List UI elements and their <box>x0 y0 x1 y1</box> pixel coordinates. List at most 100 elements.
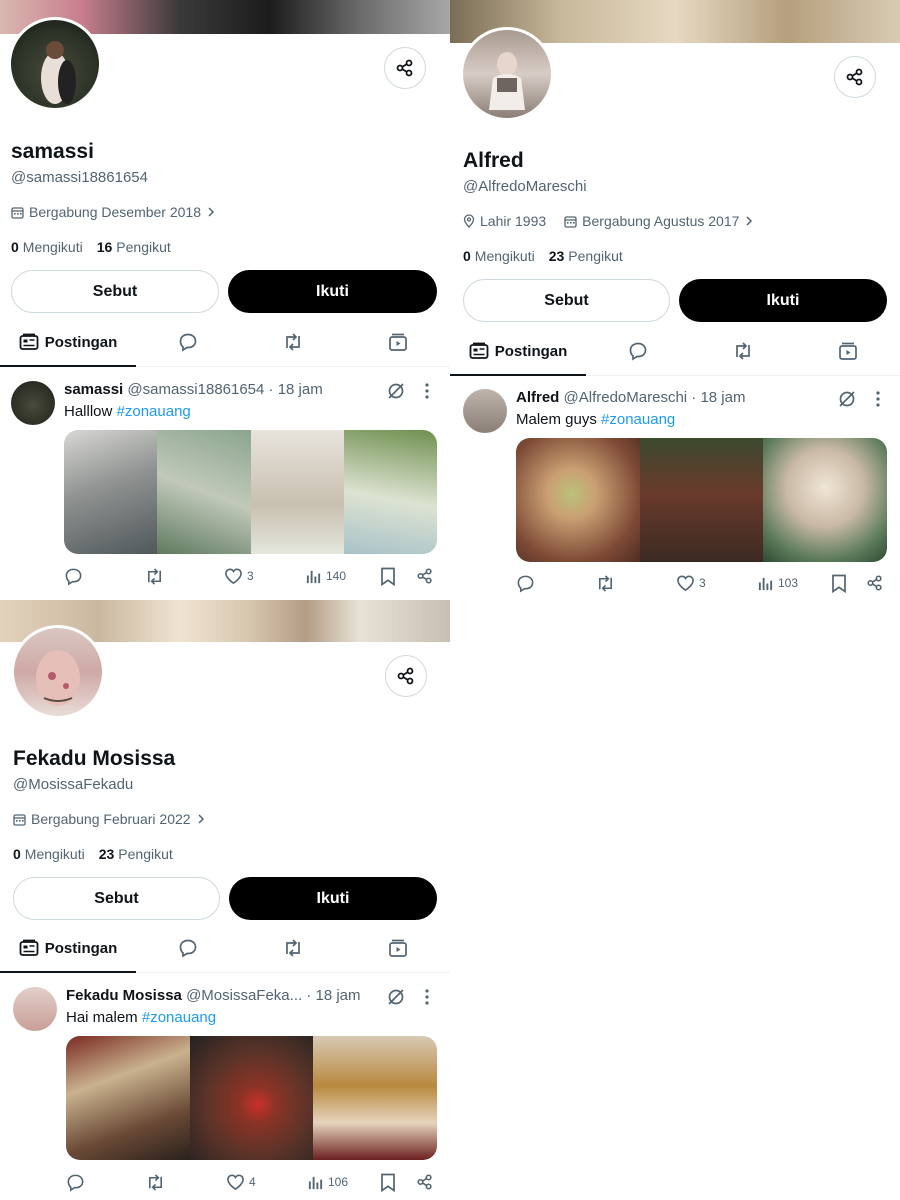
following-count[interactable]: 0 <box>11 239 19 255</box>
bookmark-icon <box>381 1173 395 1192</box>
chevron-right-icon <box>208 207 215 217</box>
post-avatar[interactable] <box>463 389 507 433</box>
followers-label[interactable]: Pengikut <box>568 248 622 264</box>
post-item[interactable]: Alfred @AlfredoMareschi · 18 jam Malem g… <box>450 387 900 597</box>
post-hashtag[interactable]: #zonauang <box>142 1009 216 1026</box>
post-body: Halllow <box>64 403 113 420</box>
tab-media[interactable] <box>345 924 450 972</box>
grok-icon[interactable] <box>386 987 406 1007</box>
media-image <box>64 430 158 554</box>
tab-replies[interactable] <box>136 318 241 366</box>
repost-button[interactable] <box>595 574 616 593</box>
repost-button[interactable] <box>144 567 165 586</box>
post-header: Fekadu Mosissa @MosissaFeka... · 18 jam <box>66 987 361 1004</box>
profile-avatar[interactable] <box>8 17 102 111</box>
post-author[interactable]: Alfred <box>516 389 559 406</box>
tab-media[interactable] <box>795 327 900 375</box>
share-profile-button[interactable] <box>834 56 876 98</box>
share-post-button[interactable] <box>416 567 434 585</box>
followers-label[interactable]: Pengikut <box>116 239 170 255</box>
joined-label[interactable]: Bergabung Agustus 2017 <box>582 213 739 229</box>
more-icon[interactable] <box>424 382 430 400</box>
like-button[interactable]: 3 <box>224 567 254 585</box>
followers-count[interactable]: 23 <box>99 846 115 862</box>
joined-label: Bergabung Februari 2022 <box>31 811 191 827</box>
post-handle[interactable]: @AlfredoMareschi <box>564 389 688 406</box>
media-image <box>189 1036 314 1160</box>
reply-button[interactable] <box>66 1173 85 1192</box>
tab-replies[interactable] <box>586 327 691 375</box>
grok-icon[interactable] <box>386 381 406 401</box>
mention-button[interactable]: Sebut <box>13 877 220 920</box>
tab-reposts[interactable] <box>691 327 796 375</box>
more-icon[interactable] <box>424 988 430 1006</box>
share-post-button[interactable] <box>416 1173 434 1191</box>
follow-button[interactable]: Ikuti <box>228 270 437 313</box>
post-hashtag[interactable]: #zonauang <box>117 403 191 420</box>
like-button[interactable]: 3 <box>676 574 706 592</box>
post-hashtag[interactable]: #zonauang <box>601 411 675 428</box>
tab-replies[interactable] <box>136 924 241 972</box>
post-media[interactable] <box>66 1036 437 1160</box>
followers-count[interactable]: 23 <box>549 248 565 264</box>
bookmark-button[interactable] <box>380 1173 396 1192</box>
bookmark-icon <box>832 574 846 593</box>
tab-posts[interactable]: Postingan <box>0 924 137 973</box>
post-handle[interactable]: @MosissaFeka... <box>186 987 302 1004</box>
post-item[interactable]: Fekadu Mosissa @MosissaFeka... · 18 jam … <box>0 985 450 1198</box>
media-image <box>250 430 344 554</box>
views-count: 140 <box>326 569 347 583</box>
post-avatar[interactable] <box>13 987 57 1031</box>
views-button[interactable]: 140 <box>305 568 346 585</box>
followers-count[interactable]: 16 <box>97 239 113 255</box>
grok-icon[interactable] <box>837 389 857 409</box>
following-label[interactable]: Mengikuti <box>475 248 535 264</box>
post-item[interactable]: samassi @samassi18861654 · 18 jam Halllo… <box>0 378 450 598</box>
following-count[interactable]: 0 <box>13 846 21 862</box>
profile-meta: Lahir 1993 Bergabung Agustus 2017 <box>463 213 754 229</box>
reply-button[interactable] <box>516 574 535 593</box>
bookmark-button[interactable] <box>831 574 847 593</box>
tab-reposts[interactable] <box>241 318 346 366</box>
follow-button[interactable]: Ikuti <box>679 279 887 322</box>
tab-reposts[interactable] <box>241 924 346 972</box>
following-count[interactable]: 0 <box>463 248 471 264</box>
share-profile-button[interactable] <box>385 655 427 697</box>
profile-joined[interactable]: Bergabung Desember 2018 <box>11 204 216 220</box>
post-time[interactable]: · 18 jam <box>269 381 323 398</box>
mention-button[interactable]: Sebut <box>463 279 670 322</box>
views-button[interactable]: 103 <box>757 575 798 592</box>
post-author[interactable]: Fekadu Mosissa <box>66 987 182 1004</box>
profile-avatar[interactable] <box>460 27 554 121</box>
more-icon[interactable] <box>875 390 881 408</box>
mention-button[interactable]: Sebut <box>11 270 219 313</box>
post-actions: 4 106 <box>0 1170 450 1194</box>
post-time[interactable]: · 18 jam <box>306 987 360 1004</box>
followers-label[interactable]: Pengikut <box>118 846 172 862</box>
share-profile-button[interactable] <box>384 47 426 89</box>
bookmark-button[interactable] <box>380 567 396 586</box>
following-label[interactable]: Mengikuti <box>25 846 85 862</box>
following-label[interactable]: Mengikuti <box>23 239 83 255</box>
post-handle[interactable]: @samassi18861654 <box>127 381 264 398</box>
share-post-button[interactable] <box>866 574 884 592</box>
post-media[interactable] <box>516 438 887 562</box>
views-icon <box>308 1176 323 1189</box>
post-avatar[interactable] <box>11 381 55 425</box>
repost-button[interactable] <box>145 1173 166 1192</box>
tab-posts[interactable]: Postingan <box>450 327 587 376</box>
follow-button[interactable]: Ikuti <box>229 877 437 920</box>
reply-button[interactable] <box>64 567 83 586</box>
tab-media[interactable] <box>345 318 450 366</box>
profile-joined[interactable]: Bergabung Februari 2022 <box>13 811 206 827</box>
media-image <box>516 438 640 562</box>
like-count: 3 <box>247 569 254 583</box>
post-media[interactable] <box>64 430 437 554</box>
profile-avatar[interactable] <box>11 625 105 719</box>
tab-posts[interactable]: Postingan <box>0 318 137 367</box>
like-button[interactable]: 4 <box>226 1173 256 1191</box>
post-time[interactable]: · 18 jam <box>691 389 745 406</box>
post-author[interactable]: samassi <box>64 381 123 398</box>
views-button[interactable]: 106 <box>307 1174 348 1191</box>
tab-posts-label: Postingan <box>44 939 118 957</box>
